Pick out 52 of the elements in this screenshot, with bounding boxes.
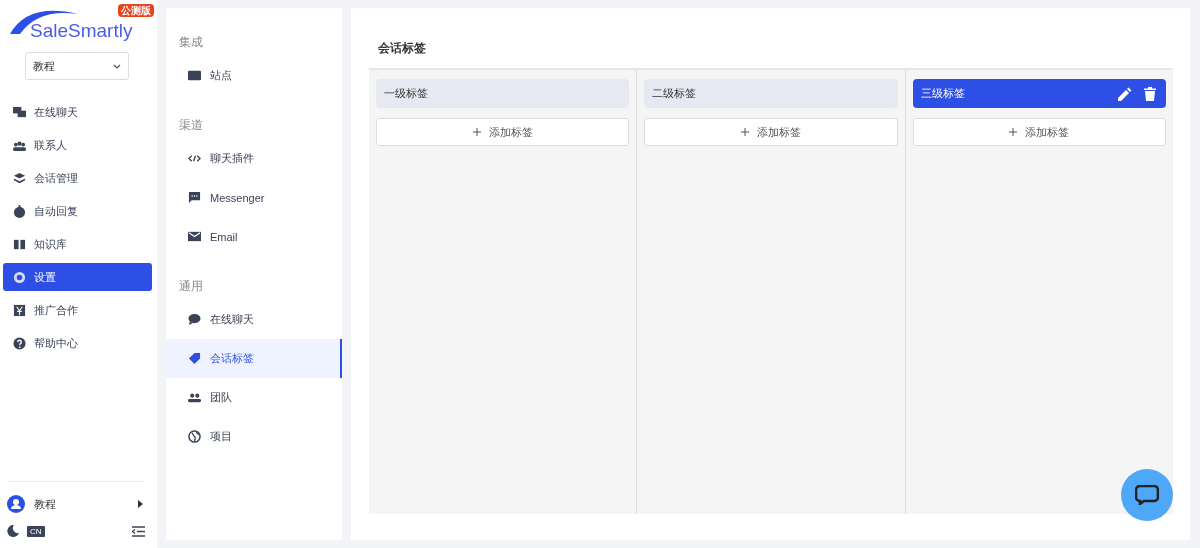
plus-icon [741, 128, 749, 136]
chat-bubble-icon [1135, 485, 1159, 505]
section-heading: 通用 [178, 278, 204, 295]
nav-item[interactable]: 联系人 [3, 131, 152, 159]
chat-icon [13, 105, 26, 119]
tag-icon [188, 352, 201, 365]
logo: SaleSmartly [30, 20, 133, 42]
add-tag-button[interactable]: 添加标签 [644, 118, 898, 146]
settings-menu-item[interactable]: 在线聊天 [166, 300, 342, 339]
settings-menu-item[interactable]: Email [166, 217, 342, 256]
plus-icon [472, 128, 481, 136]
collapse-menu-icon[interactable] [132, 525, 145, 537]
settings-menu-item[interactable]: 会话标签 [166, 339, 342, 378]
section-heading: 渠道 [178, 117, 204, 134]
nav-item[interactable]: 在线聊天 [3, 98, 152, 126]
section-heading: 集成 [178, 34, 204, 51]
tag-level-item[interactable]: 一级标签 [376, 79, 630, 108]
plus-icon [1009, 128, 1018, 136]
settings-menu-item[interactable]: 站点 [166, 56, 342, 95]
layers-icon [13, 171, 26, 185]
settings-menu-item[interactable]: Messenger [166, 178, 342, 217]
delete-icon[interactable] [1144, 86, 1156, 101]
avatar-icon [7, 495, 25, 513]
nav-item[interactable]: 推广合作 [3, 296, 152, 324]
edit-icon[interactable] [1118, 86, 1132, 101]
bubble-icon [188, 313, 201, 326]
moon-icon[interactable] [7, 525, 19, 537]
nav-item[interactable]: 帮助中心 [3, 329, 152, 357]
tag-level-item[interactable]: 二级标签 [644, 79, 898, 108]
add-tag-button[interactable]: 添加标签 [912, 118, 1166, 146]
page-title: 会话标签 [377, 40, 427, 57]
beta-badge: 公测版 [118, 4, 154, 17]
caret-icon [138, 500, 143, 508]
nav-item[interactable]: 知识库 [3, 230, 152, 258]
nav-item[interactable]: 自动回复 [3, 197, 152, 225]
help-icon [13, 336, 26, 350]
team-icon [188, 391, 201, 404]
workspace-select[interactable]: 教程 [25, 52, 129, 80]
yen-icon [13, 303, 26, 317]
language-button[interactable]: CN [27, 525, 45, 537]
globe-icon [188, 430, 201, 443]
nav-item[interactable]: 会话管理 [3, 164, 152, 192]
mail-icon [188, 230, 201, 243]
msg-icon [188, 191, 201, 204]
user-menu[interactable]: 教程 [7, 492, 145, 516]
settings-menu-item[interactable]: 项目 [166, 417, 342, 456]
chevron-icon [113, 63, 121, 69]
settings-menu-item[interactable]: 聊天插件 [166, 139, 342, 178]
nav-item[interactable]: 设置 [3, 263, 152, 291]
add-tag-button[interactable]: 添加标签 [376, 118, 630, 146]
settings-menu-item[interactable]: 团队 [166, 378, 342, 417]
tag-level-item[interactable]: 三级标签 [912, 79, 1166, 108]
